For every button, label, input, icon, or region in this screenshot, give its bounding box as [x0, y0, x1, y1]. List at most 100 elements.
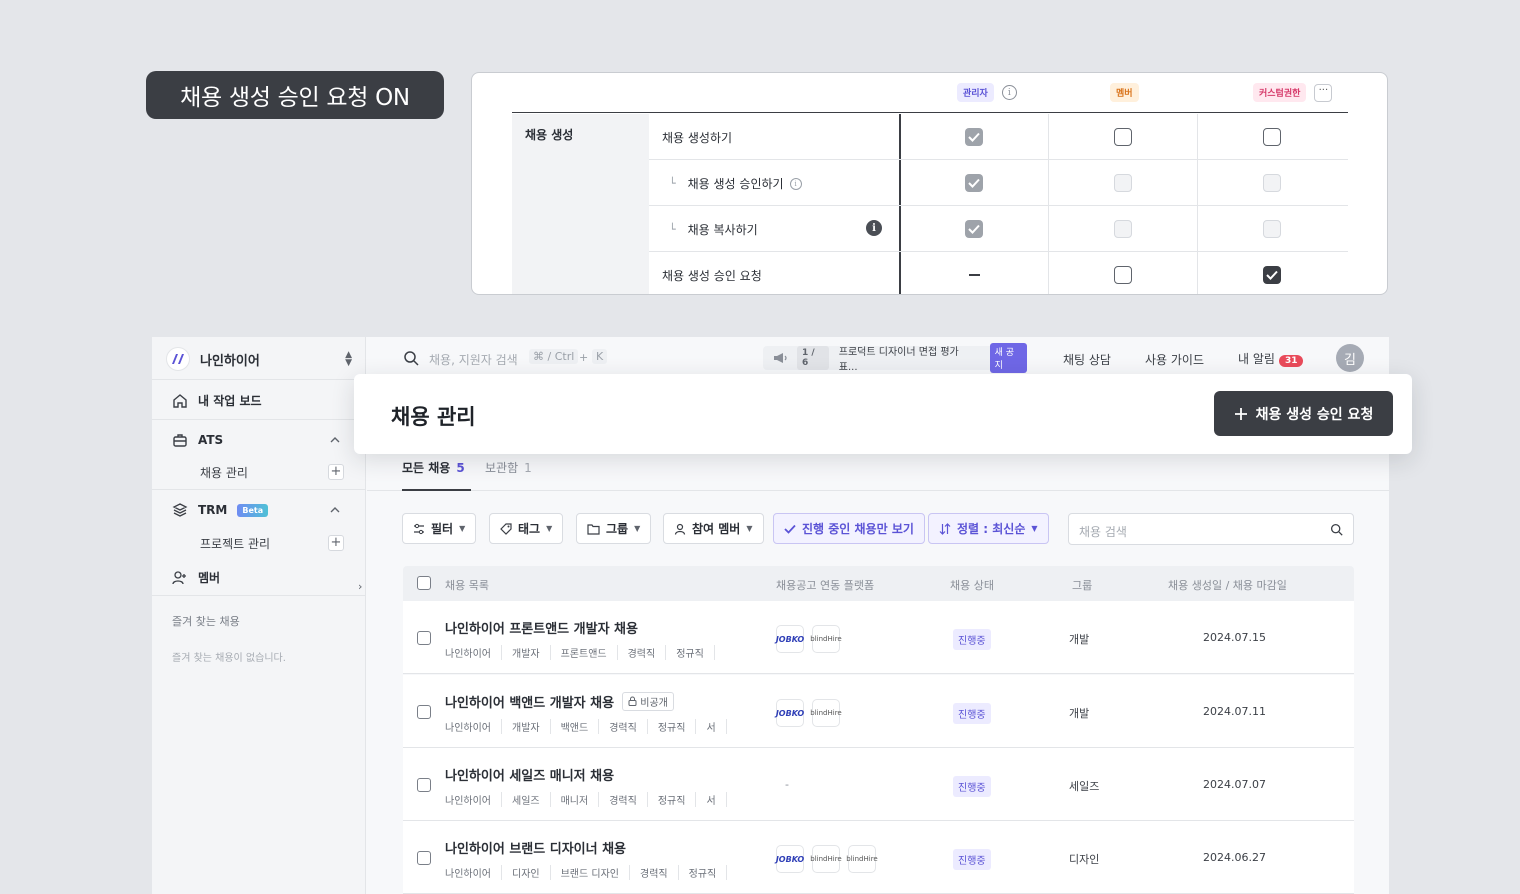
row-checkbox[interactable] [417, 778, 431, 792]
divider [152, 489, 366, 490]
collapse-sidebar-icon[interactable]: › [358, 579, 372, 595]
ongoing-only-toggle[interactable]: 진행 중인 채용만 보기 [773, 513, 925, 544]
job-tags: 나인하이어 개발자 백앤드 경력직 정규직 서 [445, 719, 727, 734]
job-title[interactable]: 나인하이어 세일즈 매니저 채용 [445, 765, 614, 784]
sidebar-item-ats[interactable]: ATS [172, 432, 223, 448]
lock-icon [628, 696, 637, 706]
member-checkbox [1114, 174, 1132, 192]
caret-down-icon: ▼ [459, 524, 466, 533]
job-title-text: 나인하이어 세일즈 매니저 채용 [445, 769, 615, 784]
role-custom: 커스텀권한 ··· [1253, 83, 1333, 102]
shortcut-key: ⌘ / Ctrl [529, 349, 579, 364]
chevron-up-icon[interactable] [330, 435, 340, 445]
job-title-text: 나인하이어 프론트앤드 개발자 채용 [445, 622, 638, 637]
permission-label-text: 채용 생성하기 [662, 131, 733, 145]
permission-table-body: 채용 생성 채용 생성하기 └ 채용 생성 승인하기 i └ 채용 복사하기 i 채용… [512, 114, 1348, 294]
status-badge: 진행중 [953, 629, 991, 650]
search-placeholder: 채용 검색 [1079, 525, 1127, 539]
tab-count: 1 [524, 461, 532, 475]
job-title[interactable]: 나인하이어 브랜드 디자이너 채용 [445, 838, 626, 857]
permission-row: 채용 생성 승인 요청 [649, 252, 1348, 294]
tag: 나인하이어 [445, 645, 502, 660]
tab-all-jobs[interactable]: 모든 채용 5 [402, 459, 471, 491]
member-checkbox[interactable] [1114, 266, 1132, 284]
platform-logo: blindHire [846, 845, 878, 873]
table-row[interactable]: 나인하이어 브랜드 디자이너 채용 나인하이어 디자인 브랜드 디자인 경력직 정규직 … [403, 821, 1354, 894]
sidebar-item-trm[interactable]: TRM Beta [172, 502, 269, 518]
request-job-approval-button[interactable]: 채용 생성 승인 요청 [1214, 391, 1393, 436]
chat-support-link[interactable]: 채팅 상담 [1063, 351, 1111, 368]
table-row[interactable]: 나인하이어 프론트앤드 개발자 채용 나인하이어 개발자 프론트앤드 경력직 정규직 J… [403, 601, 1354, 674]
job-search-input[interactable]: 채용 검색 [1068, 513, 1354, 545]
global-search-input[interactable]: 채용, 지원자 검색 [429, 351, 518, 368]
table-row[interactable]: 나인하이어 백앤드 개발자 채용 비공개 나인하이어 개발자 백앤드 경력직 정규직 서 … [403, 675, 1354, 748]
custom-checkbox[interactable] [1263, 128, 1281, 146]
notice-counter: 1 / 6 [797, 346, 829, 370]
tag: 디자인 [502, 865, 551, 880]
platform-logo: blindHire [810, 845, 842, 873]
tag-filter-button[interactable]: 태그 ▼ [489, 513, 564, 544]
role-badge-member: 멤버 [1110, 83, 1139, 102]
filter-button[interactable]: 필터 ▼ [402, 513, 477, 544]
info-filled-icon[interactable]: i [866, 220, 882, 236]
user-guide-link[interactable]: 사용 가이드 [1145, 351, 1204, 368]
custom-checkbox [1263, 220, 1281, 238]
notice-banner[interactable]: 1 / 6 프로덕트 디자이너 면접 평가표... 새 공지 [763, 343, 1027, 373]
job-title[interactable]: 나인하이어 프론트앤드 개발자 채용 [445, 618, 638, 637]
table-header: 채용 목록 채용공고 연동 플랫폼 채용 상태 그룹 채용 생성일 / 채용 마… [403, 566, 1354, 601]
filter-label: 필터 [431, 522, 454, 536]
tag: 개발자 [502, 645, 551, 660]
tab-label: 보관함 [485, 461, 519, 475]
add-job-button[interactable]: + [328, 464, 344, 480]
new-notice-badge: 새 공지 [989, 343, 1027, 373]
role-admin: 관리자 i [957, 83, 1017, 102]
more-options-button[interactable]: ··· [1314, 83, 1333, 102]
custom-checkbox[interactable] [1263, 266, 1281, 284]
status-badge: 진행중 [953, 849, 991, 870]
sidebar-item-project-management[interactable]: 프로젝트 관리 [200, 535, 270, 552]
info-icon[interactable]: i [789, 177, 802, 190]
tab-archive[interactable]: 보관함 1 [485, 459, 532, 491]
group-value: 개발 [1069, 633, 1090, 646]
permission-group-label: 채용 생성 [525, 128, 574, 142]
page-title: 채용 관리 [391, 405, 476, 429]
info-icon[interactable]: i [1001, 85, 1017, 100]
sidebar: 나인하이어 ▲ ▼ 내 작업 보드 ATS 채용 관리 + TRM Beta 프로… [152, 337, 366, 894]
filter-label: 태그 [518, 522, 541, 536]
tag: 브랜드 디자인 [551, 865, 630, 880]
admin-checkbox[interactable] [965, 220, 983, 238]
group-filter-button[interactable]: 그룹 ▼ [576, 513, 652, 544]
private-badge: 비공개 [622, 692, 674, 711]
notifications-link[interactable]: 내 알림 31 [1238, 350, 1304, 367]
tag: 백앤드 [551, 719, 600, 734]
workspace-switcher[interactable]: 나인하이어 ▲ ▼ [166, 345, 352, 373]
tag: 경력직 [618, 645, 667, 660]
sidebar-item-label: ATS [198, 433, 224, 447]
tag: 나인하이어 [445, 865, 502, 880]
shortcut-key: K [592, 349, 608, 364]
sort-button[interactable]: 정렬 : 최신순 ▼ [928, 513, 1049, 544]
admin-checkbox[interactable] [965, 128, 983, 146]
select-all-checkbox[interactable] [417, 576, 431, 590]
avatar[interactable]: 김 [1336, 344, 1364, 372]
sidebar-item-home[interactable]: 내 작업 보드 [172, 392, 262, 409]
member-checkbox[interactable] [1114, 128, 1132, 146]
switch-icon: ▲ ▼ [345, 350, 352, 368]
row-checkbox[interactable] [417, 705, 431, 719]
column-header: 채용 생성일 / 채용 마감일 [1168, 579, 1287, 592]
add-project-button[interactable]: + [328, 535, 344, 551]
column-header: 채용 목록 [445, 579, 489, 592]
table-row[interactable]: 나인하이어 세일즈 매니저 채용 나인하이어 세일즈 매니저 경력직 정규직 서 - 진행… [403, 748, 1354, 821]
job-title[interactable]: 나인하이어 백앤드 개발자 채용 비공개 [445, 692, 674, 711]
admin-checkbox[interactable] [965, 174, 983, 192]
chevron-up-icon[interactable] [330, 505, 340, 515]
row-checkbox[interactable] [417, 631, 431, 645]
row-checkbox[interactable] [417, 851, 431, 865]
workspace-logo-icon [166, 347, 190, 371]
sidebar-item-member[interactable]: 멤버 [172, 569, 220, 586]
permission-label-text: 채용 생성 승인하기 [687, 177, 784, 191]
date-value: 2024.07.11 [1203, 705, 1266, 718]
member-filter-button[interactable]: 참여 멤버 ▼ [663, 513, 764, 544]
sidebar-item-job-management[interactable]: 채용 관리 [200, 464, 248, 481]
tab-count: 5 [456, 461, 465, 475]
